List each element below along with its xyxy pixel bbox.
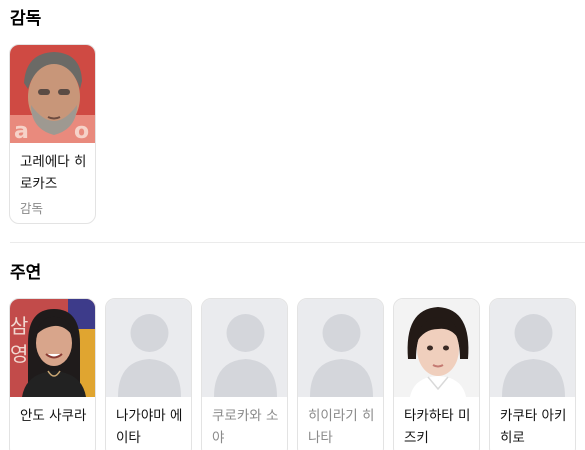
cast-name-1: 안도 사쿠라 bbox=[20, 408, 87, 424]
svg-text:o: o bbox=[74, 119, 89, 143]
cast-name-4: 히이라기 히나타 bbox=[308, 408, 375, 446]
cast-name-3: 쿠로카와 소야 bbox=[212, 408, 279, 446]
cast-photo-5 bbox=[394, 299, 479, 397]
director-photo: a o bbox=[10, 45, 95, 143]
cast-card-4[interactable]: 히이라기 히나타 bbox=[297, 298, 384, 450]
svg-text:a: a bbox=[14, 119, 29, 143]
cast-section-title: 주연 bbox=[10, 263, 42, 283]
cast-card-3[interactable]: 쿠로카와 소야 bbox=[201, 298, 288, 450]
people-page: 감독 a o 고레에다 히로카즈 감독 주연 삼 영 안도 사쿠라 나가야마 에… bbox=[0, 0, 585, 450]
director-name: 고레에다 히로카즈 bbox=[20, 154, 87, 192]
cast-name-6: 카쿠타 아키히로 bbox=[500, 408, 567, 446]
cast-card-1[interactable]: 삼 영 안도 사쿠라 bbox=[9, 298, 96, 450]
cast-card-6[interactable]: 카쿠타 아키히로 bbox=[489, 298, 576, 450]
cast-photo-1: 삼 영 bbox=[10, 299, 95, 397]
director-card[interactable]: a o 고레에다 히로카즈 감독 bbox=[9, 44, 96, 224]
cast-card-5[interactable]: 타카하타 미즈키 bbox=[393, 298, 480, 450]
cast-card-2[interactable]: 나가야마 에이타 bbox=[105, 298, 192, 450]
cast-photo-placeholder-4 bbox=[298, 299, 383, 397]
cast-photo-placeholder-2 bbox=[106, 299, 191, 397]
cast-name-2: 나가야마 에이타 bbox=[116, 408, 183, 446]
cast-name-5: 타카하타 미즈키 bbox=[404, 408, 471, 446]
svg-text:영: 영 bbox=[10, 342, 28, 366]
section-divider bbox=[10, 242, 585, 243]
svg-text:삼: 삼 bbox=[10, 314, 28, 338]
cast-photo-placeholder-6 bbox=[490, 299, 575, 397]
directors-section-title: 감독 bbox=[10, 9, 42, 29]
director-role: 감독 bbox=[20, 201, 44, 216]
cast-photo-placeholder-3 bbox=[202, 299, 287, 397]
